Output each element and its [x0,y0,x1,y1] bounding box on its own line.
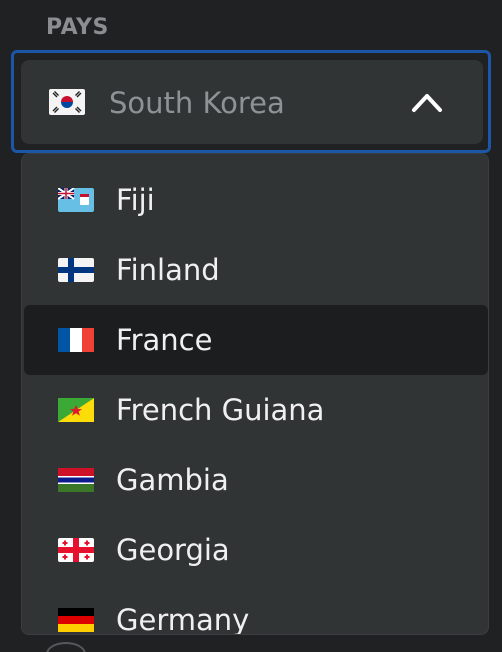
fiji-flag-icon [58,188,94,212]
south-korea-flag-icon [49,89,85,115]
georgia-flag-icon [58,538,94,562]
option-label: France [116,323,213,357]
option-fiji[interactable]: Fiji [24,165,488,235]
option-label: Gambia [116,463,229,497]
country-select-screen: PAYS South Korea Fiji Finland France Fre… [0,0,502,652]
field-label: PAYS [46,15,109,40]
country-select[interactable]: South Korea [21,60,483,144]
gambia-flag-icon [58,468,94,492]
option-label: Fiji [116,183,155,217]
germany-flag-icon [58,608,94,632]
option-gambia[interactable]: Gambia [24,445,488,515]
finland-flag-icon [58,258,94,282]
option-label: Germany [116,603,250,635]
country-dropdown-list[interactable]: Fiji Finland France French Guiana Gambia… [21,153,489,635]
option-french-guiana[interactable]: French Guiana [24,375,488,445]
option-finland[interactable]: Finland [24,235,488,305]
option-georgia[interactable]: Georgia [24,515,488,585]
option-label: Georgia [116,533,230,567]
option-germany[interactable]: Germany [24,585,488,635]
option-label: Finland [116,253,220,287]
selected-country-value: South Korea [109,86,285,120]
option-france[interactable]: France [24,305,488,375]
france-flag-icon [58,328,94,352]
partially-hidden-icon [46,642,86,652]
chevron-up-icon[interactable] [409,88,445,116]
option-label: French Guiana [116,393,325,427]
french-guiana-flag-icon [58,398,94,422]
